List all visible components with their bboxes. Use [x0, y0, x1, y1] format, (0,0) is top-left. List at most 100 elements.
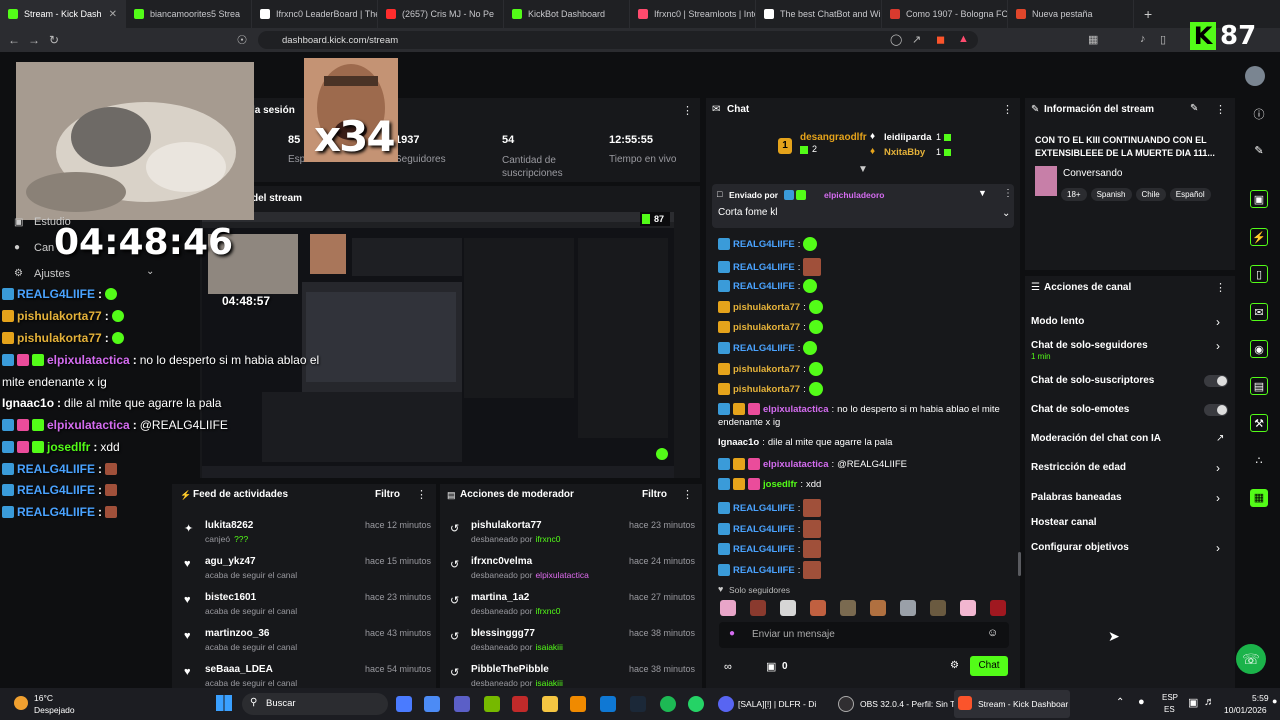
phone-icon[interactable]: ▯ [1250, 265, 1268, 283]
sidebar-item-studio[interactable]: Estudio [34, 216, 71, 228]
chevron-right-icon[interactable]: › [1216, 315, 1220, 329]
toggle-switch[interactable] [1204, 375, 1228, 387]
emote-shortcut[interactable] [750, 600, 766, 616]
mod-target-user[interactable]: pishulakorta77 [471, 520, 542, 531]
emote-shortcut[interactable] [960, 600, 976, 616]
chat-message[interactable]: REALG4LIIFE: [718, 258, 822, 276]
more-icon[interactable]: ⋮ [1215, 281, 1226, 294]
emote-shortcut[interactable] [900, 600, 916, 616]
pinned-message[interactable]: □ Enviado por elpichuladeoro ▼ ⋮ Corta f… [712, 184, 1014, 228]
chat-message[interactable]: pishulakorta77: [718, 320, 823, 334]
top-gifter-name[interactable]: desangraodlfr [800, 132, 867, 143]
feed-user[interactable]: lukita8262 [205, 520, 253, 531]
channel-action-8[interactable]: Configurar objetivos [1031, 542, 1129, 553]
tag-pill[interactable]: 18+ [1061, 188, 1087, 201]
emote-shortcut[interactable] [780, 600, 796, 616]
browser-tab[interactable]: Ifrxnc0 | Streamloots | Inte [630, 0, 756, 28]
taskbar-app-obs[interactable]: OBS 32.0.4 - Perfil: Sin T [860, 699, 955, 709]
more-icon[interactable]: ⋮ [1002, 103, 1013, 116]
whatsapp-icon[interactable] [688, 696, 704, 712]
outlook-icon[interactable] [600, 696, 616, 712]
chat-username[interactable]: REALG4LIIFE [733, 565, 795, 576]
chat-username[interactable]: REALG4LIIFE [733, 239, 795, 250]
sidebar-item-settings[interactable]: Ajustes [34, 268, 70, 280]
chat-message[interactable]: REALG4LIIFE: [718, 561, 822, 579]
collapse-icon[interactable]: ▼ [858, 164, 868, 175]
hierarchy-icon[interactable]: ▦ [1250, 489, 1268, 507]
expand-icon[interactable]: ⌄ [1002, 208, 1010, 219]
gifter-name[interactable]: leidiiparda [884, 132, 932, 143]
more-icon[interactable]: ⋮ [682, 488, 693, 501]
external-link-icon[interactable]: ↗ [1216, 433, 1224, 444]
more-icon[interactable]: ⋮ [1215, 103, 1226, 116]
broadcast-icon[interactable]: ◉ [1250, 340, 1268, 358]
chat-message[interactable]: Ignaac1o: dile al mite que agarre la pala [718, 437, 892, 448]
mod-target-user[interactable]: ifrxnc0velma [471, 556, 532, 567]
browser-tab[interactable]: Ifrxnc0 LeaderBoard | The [252, 0, 378, 28]
channel-action-0[interactable]: Modo lento [1031, 316, 1084, 327]
reload-icon[interactable]: ↻ [44, 33, 64, 47]
browser-tab[interactable]: (2657) Cris MJ - No Pe [378, 0, 504, 28]
nvidia-icon[interactable] [484, 696, 500, 712]
volume-icon[interactable]: ♬ [1204, 696, 1215, 708]
notification-icon[interactable]: ● [1272, 696, 1277, 706]
tag-pill[interactable]: Español [1169, 188, 1211, 201]
chat-username[interactable]: REALG4LIIFE [733, 544, 795, 555]
more-icon[interactable]: ⋮ [682, 104, 693, 117]
chat-message[interactable]: REALG4LIIFE: [718, 540, 822, 558]
browser-tab[interactable]: Como 1907 - Bologna FC [882, 0, 1008, 28]
new-tab-button[interactable]: + [1144, 6, 1152, 22]
chat-username[interactable]: josedlfr [763, 479, 797, 490]
mic-tray-icon[interactable]: ● [1138, 696, 1145, 708]
browser-tab[interactable]: The best ChatBot and Wi [756, 0, 882, 28]
channel-action-6[interactable]: Palabras baneadas [1031, 492, 1122, 503]
tray-chevron-icon[interactable]: ⌃ [1116, 697, 1124, 708]
rewards-icon[interactable]: ▲ [958, 33, 969, 45]
chat-message[interactable]: REALG4LIIFE: [718, 279, 818, 293]
emote-shortcut[interactable] [930, 600, 946, 616]
emoji-icon[interactable]: ☺ [987, 627, 998, 639]
brave-shield-icon[interactable]: ◼ [936, 33, 945, 46]
mod-by-user[interactable]: elpixulatactica [535, 570, 588, 580]
chat-username[interactable]: REALG4LIIFE [733, 503, 795, 514]
mod-target-user[interactable]: blessinggg77 [471, 628, 535, 639]
mod-by-user[interactable]: isaiakiii [535, 678, 562, 688]
extensions-icon[interactable]: ▦ [1088, 33, 1098, 46]
copilot-icon[interactable] [396, 696, 412, 712]
widgets-icon[interactable] [424, 696, 440, 712]
taskbar-app-browser-active[interactable]: Stream - Kick Dashboar [954, 690, 1070, 718]
clock-date[interactable]: 10/01/2026 [1224, 705, 1267, 715]
feed-user[interactable]: agu_ykz47 [205, 556, 256, 567]
channel-action-7[interactable]: Hostear canal [1031, 517, 1097, 528]
chat-username[interactable]: Ignaac1o [718, 437, 759, 448]
vlc-icon[interactable] [570, 696, 586, 712]
mod-target-user[interactable]: PibbleThePibble [471, 664, 549, 675]
chat-username[interactable]: REALG4LIIFE [733, 281, 795, 292]
close-icon[interactable]: ✕ [109, 9, 117, 20]
mod-by-user[interactable]: ifrxnc0 [535, 534, 560, 544]
chat-message[interactable]: REALG4LIIFE: [718, 341, 818, 355]
camera-icon[interactable]: ▣ [1250, 190, 1268, 208]
taskbar-search[interactable]: ⚲ Buscar [242, 693, 388, 715]
wrench-icon[interactable]: ⚒ [1250, 414, 1268, 432]
chat-message[interactable]: pishulakorta77: [718, 362, 823, 376]
chat-bubble-icon[interactable]: ✉ [1250, 303, 1268, 321]
chat-username[interactable]: elpixulatactica [763, 404, 828, 415]
sidebar-item-channel[interactable]: Can [34, 242, 54, 254]
channel-action-4[interactable]: Moderación del chat con IA [1031, 433, 1161, 444]
stream-preview[interactable]: 04:48:57 87 [202, 212, 674, 478]
more-icon[interactable]: ⋮ [416, 488, 427, 501]
browser-tab[interactable]: KickBot Dashboard [504, 0, 630, 28]
chat-username[interactable]: pishulakorta77 [733, 364, 800, 375]
chat-username[interactable]: elpixulatactica [763, 459, 828, 470]
chat-username[interactable]: pishulakorta77 [733, 384, 800, 395]
feed-user[interactable]: bistec1601 [205, 592, 256, 603]
profile-avatar[interactable] [1245, 66, 1265, 86]
channel-action-1[interactable]: Chat de solo-seguidores [1031, 340, 1148, 351]
chat-message[interactable]: pishulakorta77: [718, 382, 823, 396]
info-icon[interactable]: ⓘ [1250, 106, 1268, 124]
mod-filter-button[interactable]: Filtro [642, 489, 667, 500]
share-icon[interactable]: ↗ [912, 33, 921, 46]
channel-action-2[interactable]: Chat de solo-suscriptores [1031, 375, 1154, 386]
mod-target-user[interactable]: martina_1a2 [471, 592, 529, 603]
